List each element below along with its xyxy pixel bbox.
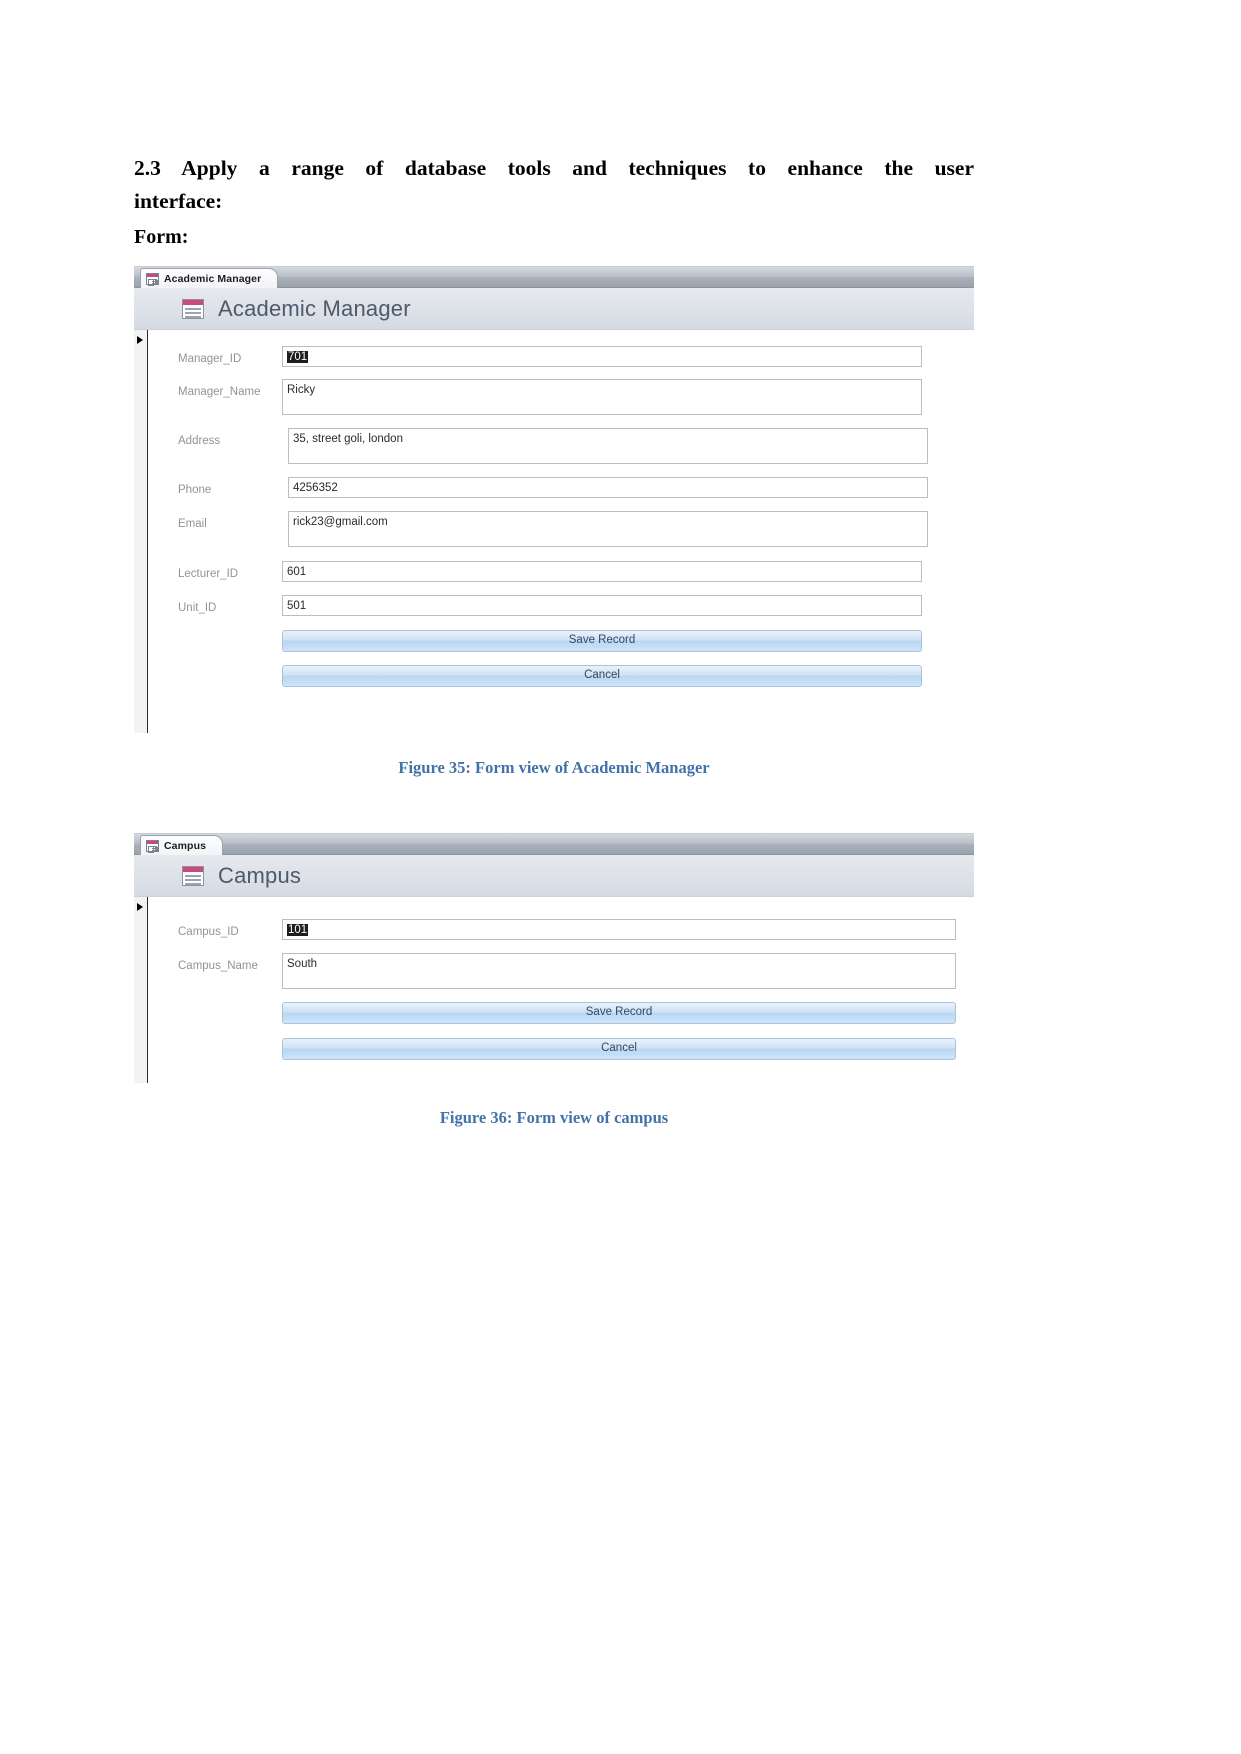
section-heading-line2: interface: [134, 189, 223, 214]
field-label-unit-id: Unit_ID [178, 602, 217, 614]
field-value-address: 35, street goli, london [293, 433, 403, 445]
campus-form-body: Campus_ID 101 Campus_Name South Save Rec… [134, 897, 974, 1083]
heading-block: 2.3 Apply a range of database tools and … [134, 152, 974, 249]
field-label-email: Email [178, 518, 207, 530]
field-input-phone[interactable]: 4256352 [288, 477, 928, 498]
campus-form-tabstrip: Campus [134, 834, 974, 855]
cancel-button[interactable]: Cancel [282, 665, 922, 687]
campus-form-title: Campus [218, 862, 302, 888]
field-value-campus-name: South [287, 958, 318, 970]
form-icon-lines [152, 278, 157, 284]
form-tabstrip: Academic Manager [134, 267, 974, 288]
academic-manager-form-window: Academic Manager Academic Manager Manage… [134, 266, 974, 736]
section-heading-line1: 2.3 Apply a range of database tools and … [134, 156, 974, 180]
figure-35-caption: Figure 35: Form view of Academic Manager [398, 758, 710, 777]
form-icon [146, 839, 159, 853]
field-input-unit-id[interactable]: 501 [282, 595, 922, 616]
campus-cancel-button[interactable]: Cancel [282, 1038, 956, 1060]
form-header-icon-rows [185, 874, 201, 887]
section-heading: 2.3 Apply a range of database tools and … [134, 152, 974, 219]
campus-form-window: Campus Campus Campus_ID 101 Campus_Name … [134, 833, 974, 1086]
form-header-band: Academic Manager [134, 288, 974, 330]
form-fields: Manager_ID 701 Manager_Name Ricky Addres… [148, 330, 974, 733]
field-value-email: rick23@gmail.com [293, 516, 388, 528]
cancel-button-label: Cancel [584, 669, 620, 682]
campus-record-selector[interactable] [134, 897, 148, 1083]
form-title: Academic Manager [218, 295, 411, 321]
form-body: Manager_ID 701 Manager_Name Ricky Addres… [134, 330, 974, 733]
field-value-campus-id: 101 [287, 924, 309, 936]
record-selector[interactable] [134, 330, 148, 733]
field-label-manager-id: Manager_ID [178, 353, 242, 365]
field-value-manager-id: 701 [287, 351, 309, 363]
form-header-icon [182, 298, 204, 320]
campus-cancel-button-label: Cancel [601, 1042, 637, 1055]
tab-campus[interactable]: Campus [140, 835, 224, 855]
form-header-icon [182, 865, 204, 887]
campus-form-fields: Campus_ID 101 Campus_Name South Save Rec… [148, 897, 974, 1083]
record-selector-arrow-icon [137, 903, 143, 911]
field-label-campus-name: Campus_Name [178, 960, 258, 972]
form-icon-lines [152, 845, 157, 851]
form-icon [146, 272, 159, 286]
field-value-manager-name: Ricky [287, 384, 316, 396]
field-label-campus-id: Campus_ID [178, 926, 239, 938]
save-record-button-label: Save Record [568, 634, 636, 647]
tab-academic-manager[interactable]: Academic Manager [140, 268, 279, 288]
field-label-lecturer-id: Lecturer_ID [178, 568, 239, 580]
figure-36-caption: Figure 36: Form view of campus [439, 1108, 669, 1127]
field-value-unit-id: 501 [287, 600, 307, 612]
field-label-address: Address [178, 435, 221, 447]
field-input-manager-name[interactable]: Ricky [282, 379, 922, 415]
form-header-icon-rows [185, 307, 201, 320]
tab-label: Campus [164, 839, 207, 852]
document-page: 2.3 Apply a range of database tools and … [0, 0, 1241, 1754]
field-input-campus-id[interactable]: 101 [282, 919, 956, 940]
form-subheading-colon: : [181, 225, 189, 248]
save-record-button[interactable]: Save Record [282, 630, 922, 652]
field-input-email[interactable]: rick23@gmail.com [288, 511, 928, 547]
form-subheading-label: Form [134, 225, 182, 248]
record-selector-arrow-icon [137, 336, 143, 344]
campus-form-header-band: Campus [134, 855, 974, 897]
field-input-campus-name[interactable]: South [282, 953, 956, 989]
tab-label: Academic Manager [164, 272, 262, 285]
field-input-address[interactable]: 35, street goli, london [288, 428, 928, 464]
campus-save-record-button-label: Save Record [585, 1006, 653, 1019]
field-input-lecturer-id[interactable]: 601 [282, 561, 922, 582]
field-value-lecturer-id: 601 [287, 566, 307, 578]
field-input-manager-id[interactable]: 701 [282, 346, 922, 367]
field-label-phone: Phone [178, 484, 212, 496]
form-subheading: Form: [134, 226, 974, 249]
field-label-manager-name: Manager_Name [178, 386, 261, 398]
field-value-phone: 4256352 [293, 482, 338, 494]
campus-save-record-button[interactable]: Save Record [282, 1002, 956, 1024]
